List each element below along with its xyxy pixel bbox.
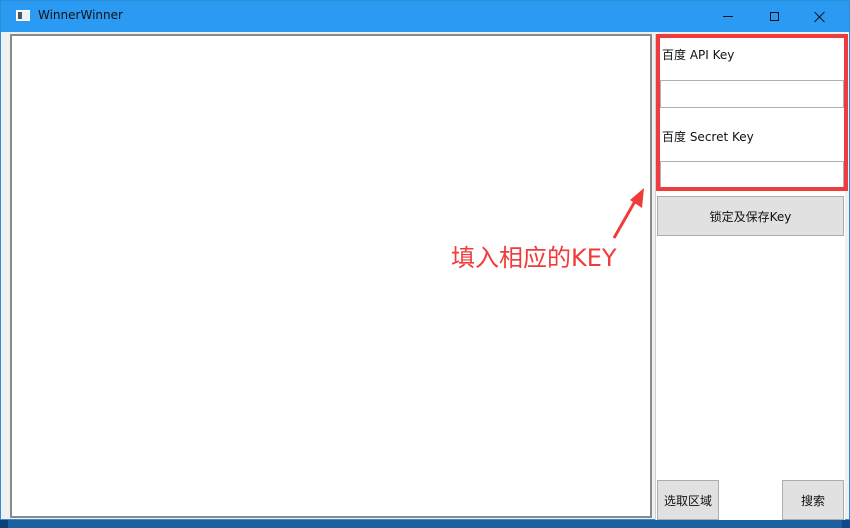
annotation-arrow-icon bbox=[612, 188, 644, 239]
secret-key-label: 百度 Secret Key bbox=[662, 130, 754, 144]
capture-canvas[interactable] bbox=[10, 34, 652, 518]
maximize-icon bbox=[769, 12, 779, 21]
api-key-label: 百度 API Key bbox=[662, 48, 735, 62]
minimize-button[interactable] bbox=[705, 1, 751, 32]
app-window-icon bbox=[16, 10, 30, 21]
maximize-button[interactable] bbox=[751, 1, 797, 32]
close-icon bbox=[814, 11, 826, 23]
app-window: WinnerWinner 百度 API Key 百度 Secret Key 锁定… bbox=[0, 0, 850, 520]
close-button[interactable] bbox=[797, 1, 843, 32]
api-key-input[interactable] bbox=[660, 80, 844, 108]
minimize-icon bbox=[723, 16, 733, 17]
annotation-text: 填入相应的KEY bbox=[451, 244, 617, 272]
lock-save-key-button[interactable]: 锁定及保存Key bbox=[657, 196, 844, 236]
window-title: WinnerWinner bbox=[38, 8, 123, 22]
select-region-button[interactable]: 选取区域 bbox=[657, 480, 719, 520]
key-settings-panel: 百度 API Key 百度 Secret Key 锁定及保存Key 选取区域 搜… bbox=[655, 34, 848, 520]
secret-key-input[interactable] bbox=[660, 161, 844, 189]
title-bar[interactable]: WinnerWinner bbox=[1, 1, 849, 32]
search-button[interactable]: 搜索 bbox=[782, 480, 844, 520]
